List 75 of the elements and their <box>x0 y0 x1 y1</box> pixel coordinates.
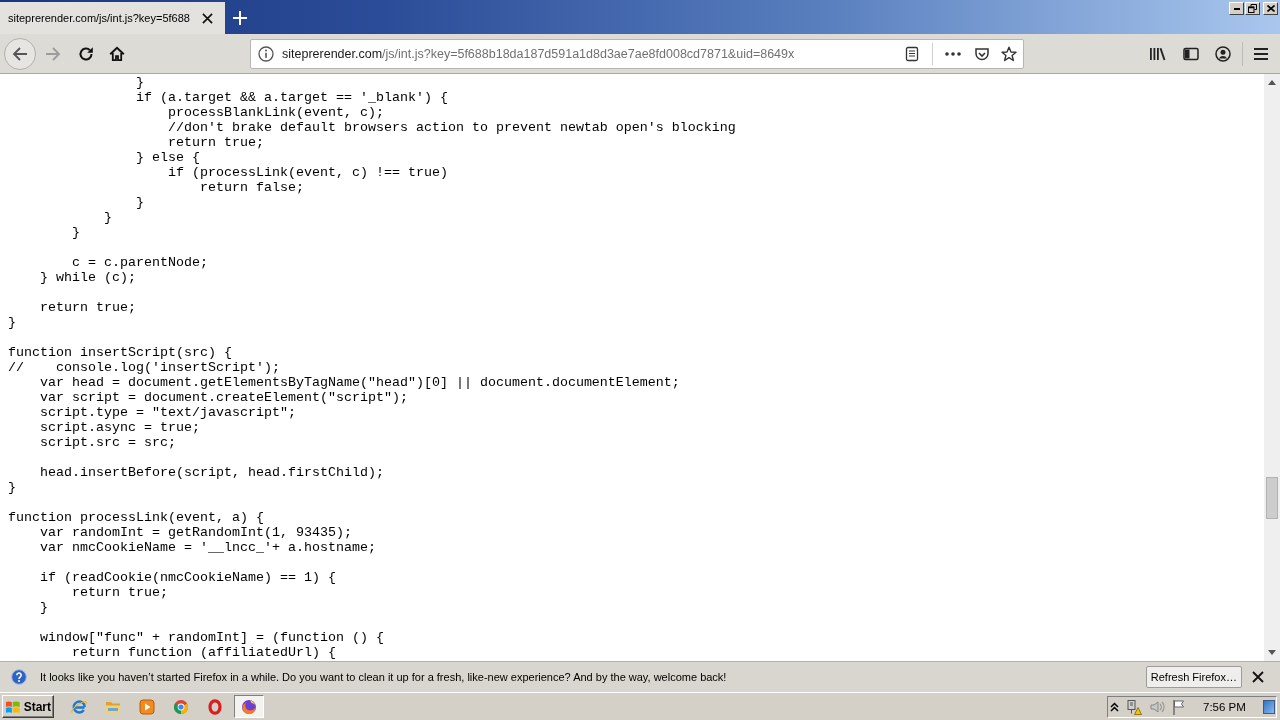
code-line: head.insertBefore(script, head.firstChild); <box>40 465 384 480</box>
code-line: script.async = true; <box>40 420 200 435</box>
code-line: c = c.parentNode; <box>72 255 208 270</box>
close-icon <box>1266 5 1275 12</box>
scrollbar-thumb[interactable] <box>1266 477 1278 519</box>
code-line: } <box>136 75 144 90</box>
code-line: } <box>8 480 16 495</box>
restore-button[interactable] <box>1245 2 1260 15</box>
back-button[interactable] <box>4 37 36 70</box>
code-line: return true; <box>40 300 136 315</box>
code-line: if (processLink(event, c) !== true) <box>167 165 448 180</box>
play-icon[interactable] <box>139 698 155 715</box>
close-icon[interactable] <box>1252 671 1264 683</box>
code-line: return false; <box>199 180 304 195</box>
code-line: if (a.target && a.target == '_blank') { <box>136 90 448 105</box>
e-logo-icon[interactable] <box>71 698 87 715</box>
notification-message: It looks like you haven’t started Firefox in a while. Do you want to clean it up for a fresh, like-new experience? And by the way, welcome back! <box>40 671 727 683</box>
browser-tab[interactable]: siteprerender.com/js/int.js?key=5f688 <box>0 2 225 34</box>
menu-icon[interactable] <box>1253 46 1269 61</box>
ring-icon[interactable] <box>207 698 223 715</box>
address-bar[interactable]: siteprerender.com/js/int.js?key=5f688b18da187d591a1d8d3ae7ae8fd008cd7871&uid=8649x <box>250 38 1024 69</box>
code-line: } else { <box>136 150 200 165</box>
code-line: script.src = src; <box>40 435 176 450</box>
minimize-icon <box>1233 7 1240 10</box>
refresh-button[interactable]: Refresh Firefox… <box>1145 666 1242 688</box>
home-icon[interactable] <box>109 45 125 62</box>
close-button[interactable] <box>1263 2 1278 15</box>
account-icon[interactable] <box>1215 45 1231 62</box>
desktop-icon[interactable] <box>1263 699 1275 714</box>
restore-icon <box>1248 4 1257 13</box>
code-line: function insertScript(src) { <box>8 345 232 360</box>
url-text: siteprerender.com/js/int.js?key=5f688b18da187d591a1d8d3ae7ae8fd008cd7871&uid=8649x <box>282 46 795 61</box>
code-line: } while (c); <box>40 270 136 285</box>
code-line: function processLink(event, a) { <box>8 510 264 525</box>
scroll-down-icon[interactable] <box>1268 650 1276 655</box>
code-line: return true; <box>167 135 264 150</box>
code-line: processBlankLink(event, c); <box>167 105 384 120</box>
code-line: var randomInt = getRandomInt(1, 93435); <box>40 525 352 540</box>
start-button[interactable]: Start <box>2 695 54 718</box>
flag-icon[interactable] <box>1171 698 1187 715</box>
scroll-up-icon[interactable] <box>1268 80 1276 85</box>
code-line: var nmcCookieName = '__lncc_'+ a.hostname; <box>40 540 376 555</box>
clock[interactable]: 7:56 PM <box>1203 700 1246 713</box>
reader-view-icon[interactable] <box>904 45 920 62</box>
code-line: script.type = "text/javascript"; <box>40 405 296 420</box>
code-line: if (readCookie(nmcCookieName) == 1) { <box>40 570 336 585</box>
code-line: } <box>8 315 16 330</box>
more-icon[interactable] <box>945 51 961 56</box>
segmented-circle-icon[interactable] <box>173 698 189 715</box>
code-line: var head = document.getElementsByTagName("head")[0] || document.documentElement; <box>40 375 680 390</box>
code-line: // console.log('insertScript'); <box>8 360 280 375</box>
code-line: window["func" + randomInt] = (function () { <box>40 630 384 645</box>
reload-icon[interactable] <box>78 45 94 62</box>
globe-icon[interactable] <box>241 698 257 715</box>
info-icon[interactable] <box>258 45 274 62</box>
sidebar-icon[interactable] <box>1183 45 1199 62</box>
pocket-icon[interactable] <box>974 45 990 62</box>
code-line: return true; <box>72 585 168 600</box>
chevron-icon[interactable] <box>1110 701 1119 712</box>
code-line: var script = document.createElement("script"); <box>40 390 408 405</box>
help-icon <box>11 669 27 685</box>
code-line: } <box>104 210 112 225</box>
minimize-button[interactable] <box>1229 2 1244 15</box>
code-line: } <box>40 600 48 615</box>
network-warning-icon[interactable] <box>1126 698 1142 715</box>
close-icon[interactable] <box>202 12 213 24</box>
library-icon[interactable] <box>1149 45 1167 62</box>
plus-icon[interactable] <box>233 11 247 25</box>
code-line: //don't brake default browsers action to prevent newtab open's blocking <box>167 120 736 135</box>
start-flag-icon <box>5 698 21 715</box>
code-line: } <box>72 225 80 240</box>
code-line: } <box>136 195 144 210</box>
code-line: return function (affiliatedUrl) { <box>72 645 336 660</box>
taskbar-button[interactable] <box>234 695 264 718</box>
star-icon[interactable] <box>1001 45 1017 62</box>
